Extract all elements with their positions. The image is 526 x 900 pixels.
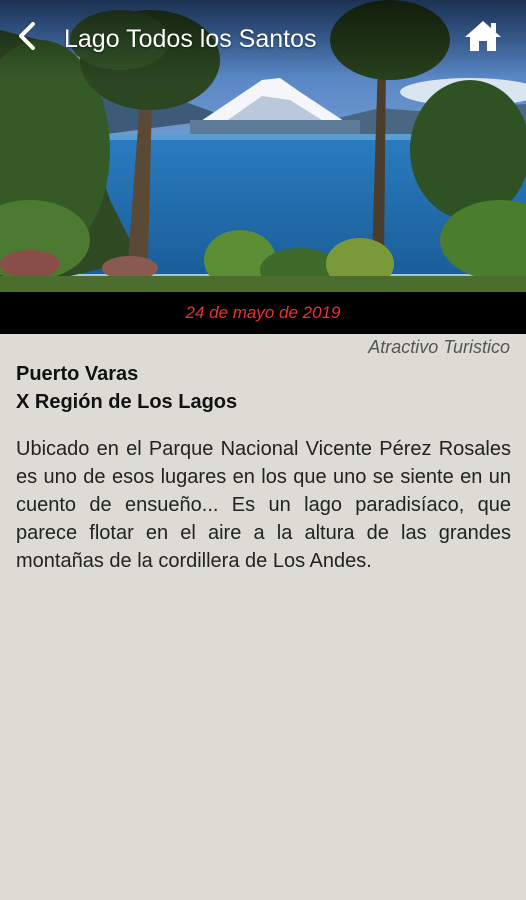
location-region: X Región de Los Lagos [16,391,238,413]
home-button[interactable] [462,18,504,58]
location-block: Puerto Varas X Región de Los Lagos [16,360,237,416]
home-icon [464,19,502,58]
publish-date: 24 de mayo de 2019 [185,303,341,322]
screen: Lago Todos los Santos 24 de mayo de 2019… [0,0,526,900]
category-label: Atractivo Turistico [368,337,510,357]
chevron-left-icon [16,21,38,56]
page-title: Lago Todos los Santos [64,25,317,53]
top-app-bar: Lago Todos los Santos [0,0,526,78]
date-bar: 24 de mayo de 2019 [0,292,526,334]
back-button[interactable] [12,20,42,56]
description-text: Ubicado en el Parque Nacional Vicente Pé… [16,438,511,572]
location-city: Puerto Varas [16,363,139,385]
